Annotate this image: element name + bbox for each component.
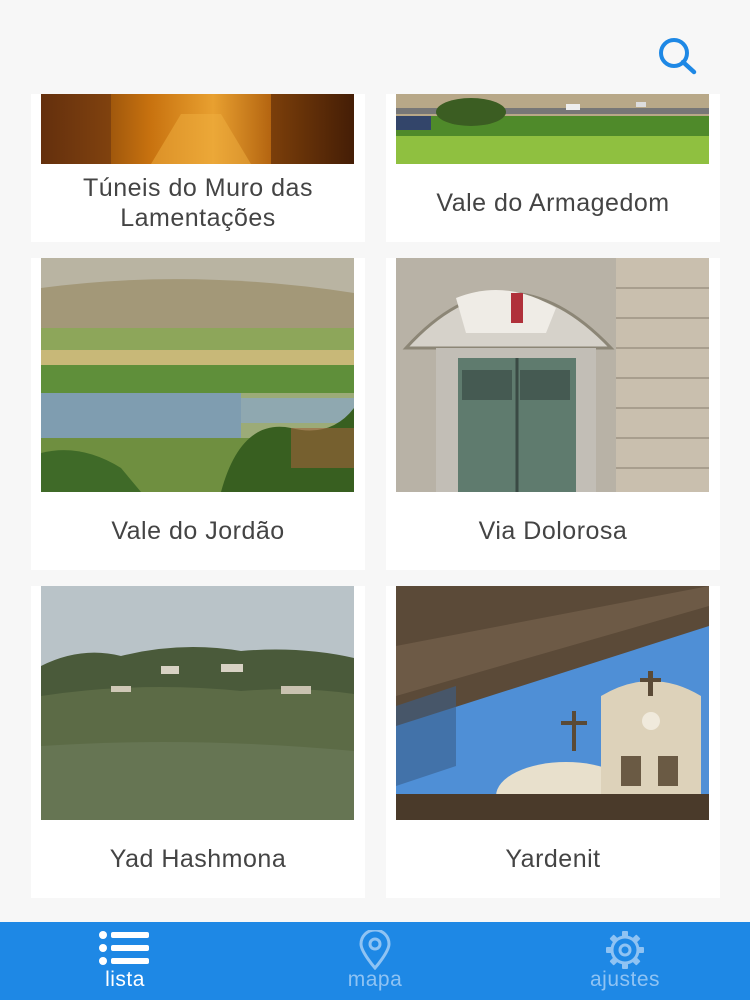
place-image-via-dolorosa <box>396 258 709 492</box>
place-card-via-dolorosa[interactable]: Via Dolorosa <box>386 258 720 570</box>
tab-lista[interactable]: lista <box>0 922 250 1000</box>
place-image-tuneis <box>41 94 354 164</box>
place-title-tuneis: Túneis do Muro das Lamentações <box>31 173 365 233</box>
tab-mapa[interactable]: mapa <box>250 922 500 1000</box>
place-card-tuneis[interactable]: Túneis do Muro das Lamentações <box>31 94 365 242</box>
place-image-yad-hashmona <box>41 586 354 820</box>
place-title-via-dolorosa: Via Dolorosa <box>478 517 628 545</box>
tab-mapa-label: mapa <box>347 968 403 991</box>
place-title-yad-hashmona: Yad Hashmona <box>109 845 287 873</box>
place-title-armagedom: Vale do Armagedom <box>436 189 670 217</box>
place-image-yardenit <box>396 586 709 820</box>
place-image-jordao <box>41 258 354 492</box>
tab-lista-label: lista <box>105 968 145 991</box>
top-bar <box>0 0 750 92</box>
search-icon <box>659 38 697 75</box>
place-card-yardenit[interactable]: Yardenit <box>386 586 720 898</box>
place-card-jordao[interactable]: Vale do Jordão <box>31 258 365 570</box>
place-image-armagedom <box>396 94 709 164</box>
place-title-yardenit: Yardenit <box>505 845 601 873</box>
place-card-armagedom[interactable]: Vale do Armagedom <box>386 94 720 242</box>
tab-ajustes-label: ajustes <box>589 968 661 991</box>
list-icon <box>99 931 149 965</box>
place-title-line1: Túneis do Muro das <box>83 174 313 202</box>
gear-icon <box>606 931 644 969</box>
search-button[interactable] <box>652 36 700 76</box>
place-card-yad-hashmona[interactable]: Yad Hashmona <box>31 586 365 898</box>
tab-ajustes[interactable]: ajustes <box>500 922 750 1000</box>
bottom-tab-bar: lista mapa ajustes <box>0 922 750 1000</box>
place-title-line2: Lamentações <box>120 204 276 232</box>
map-pin-icon <box>359 930 391 970</box>
place-title-jordao: Vale do Jordão <box>111 517 285 545</box>
